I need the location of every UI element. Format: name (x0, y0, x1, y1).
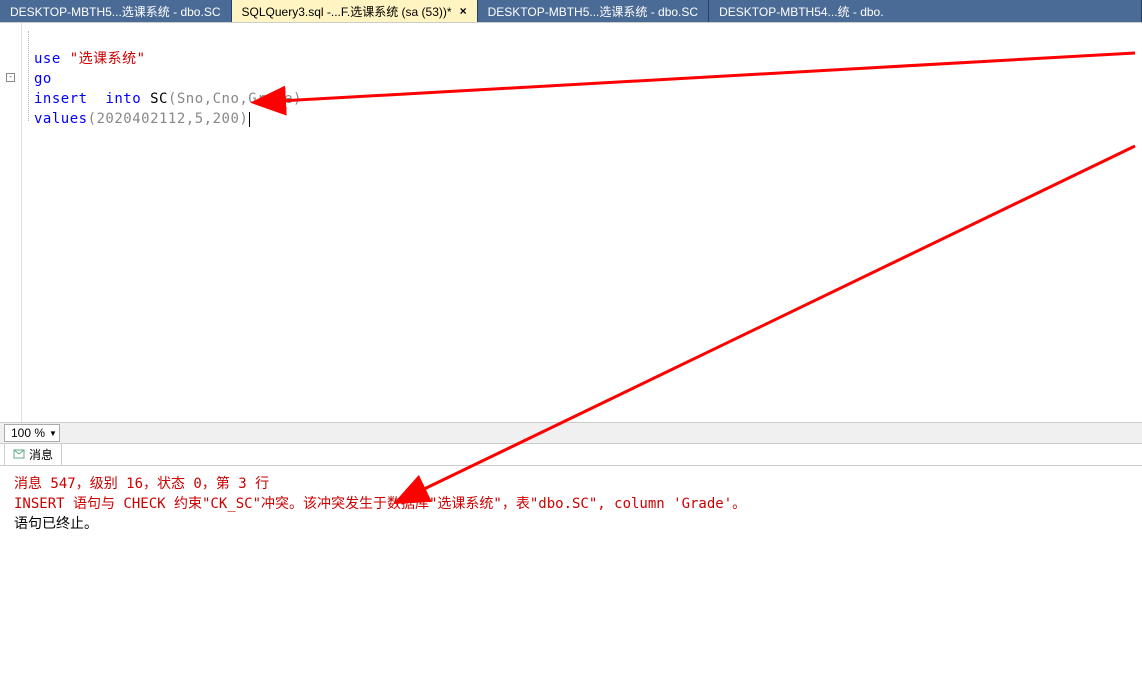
zoom-select[interactable]: 100 % ▼ (4, 424, 60, 442)
messages-tab-label: 消息 (29, 446, 53, 463)
values-list: (2020402112,5,200) (88, 111, 249, 127)
tab-item-1-active[interactable]: SQLQuery3.sql -...F.选课系统 (sa (53))* × (232, 0, 478, 22)
chevron-down-icon: ▼ (49, 429, 57, 438)
tab-label: SQLQuery3.sql -...F.选课系统 (sa (53))* (242, 3, 452, 20)
tab-item-2[interactable]: DESKTOP-MBTH5...选课系统 - dbo.SC (478, 0, 710, 22)
code-area[interactable]: use "选课系统" go insert into SC(Sno,Cno,Gra… (22, 23, 1142, 422)
messages-panel[interactable]: 消息 547，级别 16，状态 0，第 3 行 INSERT 语句与 CHECK… (0, 466, 1142, 697)
tab-bar: DESKTOP-MBTH5...选课系统 - dbo.SC SQLQuery3.… (0, 0, 1142, 22)
keyword-insert: insert (34, 91, 88, 107)
tab-item-0[interactable]: DESKTOP-MBTH5...选课系统 - dbo.SC (0, 0, 232, 22)
column-list: (Sno,Cno,Grade) (168, 91, 302, 107)
zoom-value: 100 % (11, 426, 45, 440)
tab-item-3[interactable]: DESKTOP-MBTH54...统 - dbo. (709, 0, 1142, 22)
messages-tab-bar: 消息 (0, 444, 1142, 466)
zoom-bar: 100 % ▼ (0, 422, 1142, 444)
text-cursor (249, 112, 250, 127)
keyword-use: use (34, 51, 61, 67)
keyword-go: go (34, 71, 52, 87)
keyword-into: into (105, 91, 141, 107)
table-name: SC (150, 91, 168, 107)
editor-gutter: - (0, 23, 22, 422)
tab-label: DESKTOP-MBTH5...选课系统 - dbo.SC (488, 3, 699, 20)
message-line-3: 语句已终止。 (14, 514, 1128, 534)
tab-label: DESKTOP-MBTH5...选课系统 - dbo.SC (10, 3, 221, 20)
close-icon[interactable]: × (460, 4, 467, 18)
fold-icon[interactable]: - (6, 73, 15, 82)
error-line-1: 消息 547，级别 16，状态 0，第 3 行 (14, 474, 1128, 494)
tab-label: DESKTOP-MBTH54...统 - dbo. (719, 3, 884, 20)
messages-tab[interactable]: 消息 (4, 443, 62, 465)
sql-editor[interactable]: - use "选课系统" go insert into SC(Sno,Cno,G… (0, 22, 1142, 422)
keyword-values: values (34, 111, 88, 127)
error-line-2: INSERT 语句与 CHECK 约束"CK_SC"冲突。该冲突发生于数据库"选… (14, 494, 1128, 514)
string-literal: "选课系统" (70, 51, 146, 67)
messages-icon (13, 449, 25, 461)
